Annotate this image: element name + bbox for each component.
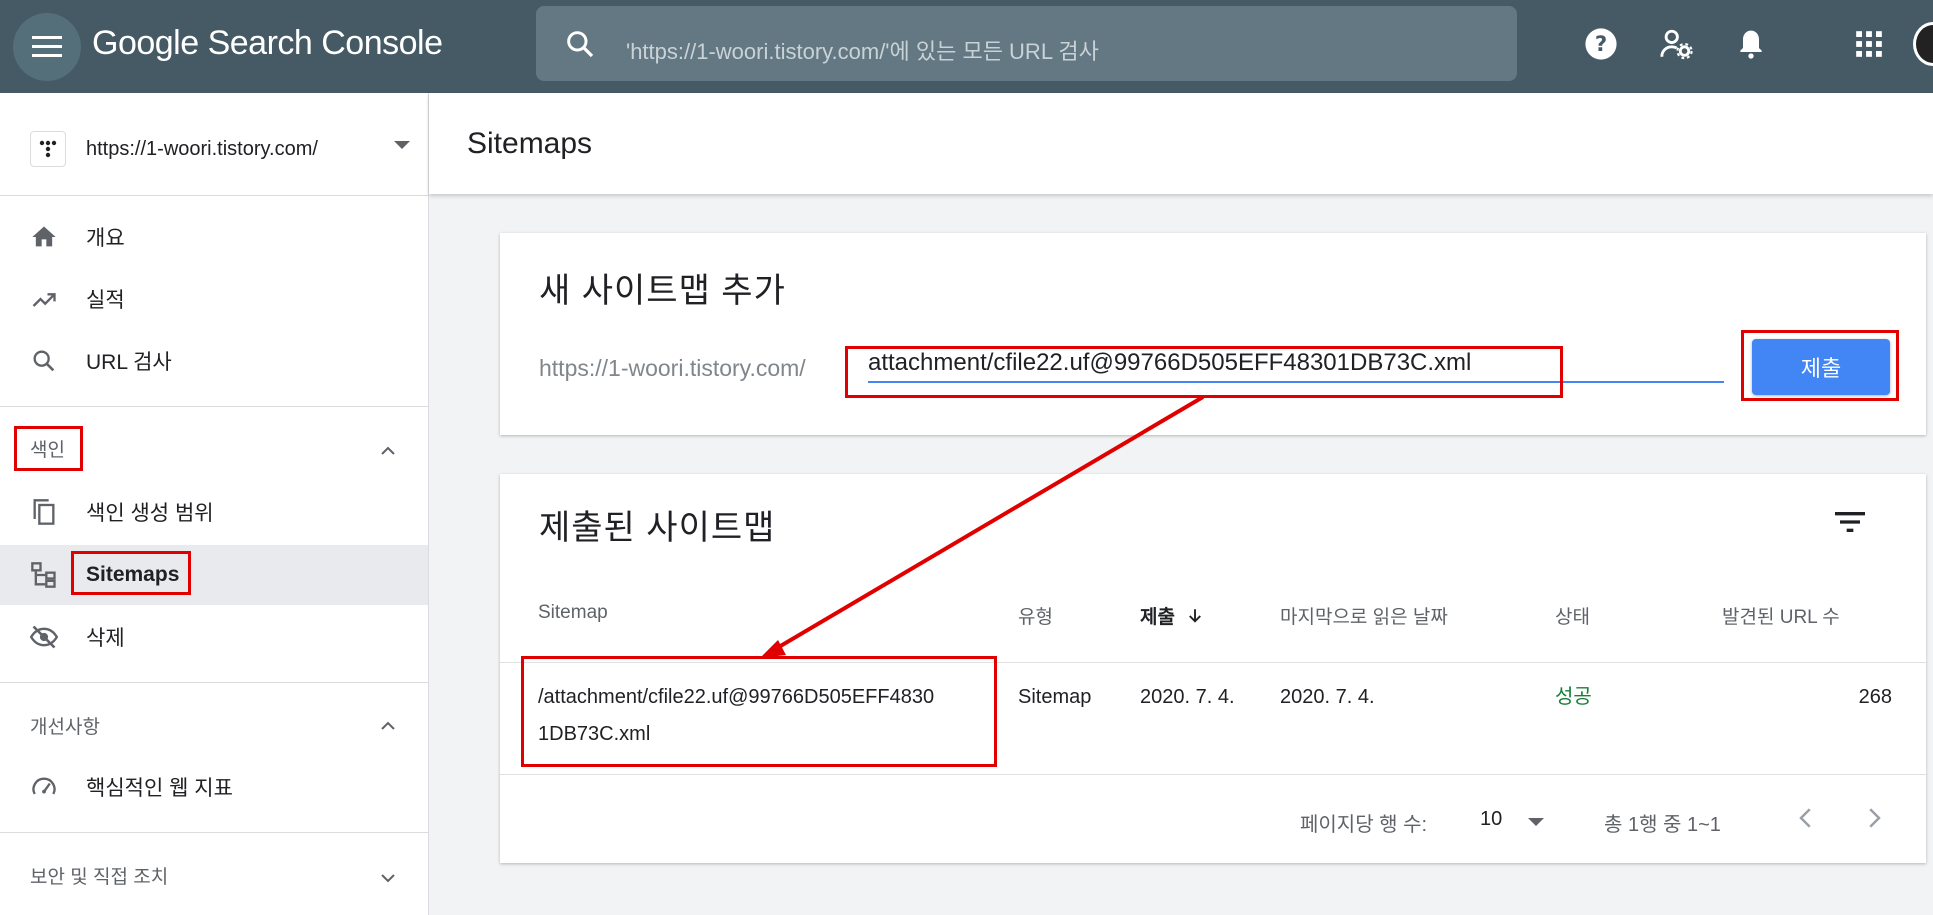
chevron-down-icon[interactable] (378, 868, 398, 888)
chevron-right-icon[interactable] (1859, 803, 1889, 833)
sitemap-url-prefix: https://1-woori.tistory.com/ (539, 355, 806, 381)
tistory-icon (30, 131, 66, 167)
sidebar-item-removals[interactable]: 삭제 (0, 607, 428, 667)
highlight-box (71, 551, 191, 595)
discovered-urls-cell: 268 (1858, 686, 1892, 708)
sidebar-divider (0, 406, 429, 407)
search-icon (33, 350, 55, 372)
hamburger-menu-icon (32, 36, 62, 57)
trending-up-icon (32, 293, 56, 307)
dropdown-arrow-icon (1528, 818, 1544, 826)
sidebar: https://1-woori.tistory.com/ 개요 실적 URL 검… (0, 93, 429, 915)
rows-per-page-label: 페이지당 행 수: (1300, 814, 1428, 836)
user-settings-icon (1660, 29, 1693, 60)
page-header: Sitemaps (429, 93, 1933, 194)
search-icon (567, 31, 594, 58)
sidebar-item-coverage[interactable]: 색인 생성 범위 (0, 482, 428, 542)
search-input[interactable]: 'https://1-woori.tistory.com/'에 있는 모든 UR… (626, 34, 1099, 66)
sidebar-item-label: 핵심적인 웹 지표 (86, 777, 233, 800)
bell-icon (1740, 30, 1762, 59)
chevron-up-icon[interactable] (378, 441, 398, 461)
home-icon (32, 226, 56, 247)
help-icon: ? (1585, 28, 1617, 60)
main-menu-button[interactable] (13, 13, 81, 81)
top-app-bar: Google Search Console 'https://1-woori.t… (0, 0, 1933, 93)
sitemap-icon (31, 562, 56, 588)
settings-users-button[interactable] (1656, 24, 1696, 64)
column-header-submitted[interactable]: 제출 (1140, 602, 1204, 629)
sidebar-item-core-web-vitals[interactable]: 핵심적인 웹 지표 (0, 757, 428, 817)
sidebar-item-url-inspection[interactable]: URL 검사 (0, 331, 428, 391)
rows-per-page-select[interactable]: 10 (1480, 804, 1560, 836)
section-label-security[interactable]: 보안 및 직접 조치 (30, 862, 168, 889)
highlight-box (521, 656, 997, 767)
chevron-left-icon[interactable] (1791, 803, 1821, 833)
card-title: 새 사이트맵 추가 (539, 272, 786, 310)
section-label-enhancements[interactable]: 개선사항 (30, 712, 100, 739)
sidebar-item-performance[interactable]: 실적 (0, 269, 428, 329)
arrow-down-icon (1189, 609, 1202, 623)
highlight-box (14, 426, 83, 471)
help-button[interactable]: ? (1581, 24, 1621, 64)
column-header-sitemap[interactable]: Sitemap (538, 602, 608, 624)
type-cell: Sitemap (1018, 686, 1092, 708)
sidebar-item-label: 색인 생성 범위 (86, 502, 214, 525)
apps-grid-icon (1856, 31, 1882, 57)
copy-icon (33, 499, 55, 525)
status-cell: 성공 (1555, 686, 1592, 708)
speed-icon (32, 777, 56, 795)
app-logo[interactable]: Google Search Console (92, 24, 443, 63)
property-url: https://1-woori.tistory.com/ (86, 137, 318, 160)
account-avatar[interactable] (1913, 22, 1933, 66)
highlight-box (845, 346, 1563, 398)
sidebar-item-overview[interactable]: 개요 (0, 207, 428, 267)
highlight-box (1741, 330, 1899, 401)
visibility-off-icon (30, 625, 58, 649)
column-header-label: 제출 (1140, 607, 1175, 628)
add-sitemap-card: 새 사이트맵 추가 https://1-woori.tistory.com/ a… (500, 233, 1926, 435)
card-title: 제출된 사이트맵 (539, 509, 776, 547)
svg-text:?: ? (1595, 32, 1607, 57)
last-read-date-cell: 2020. 7. 4. (1280, 686, 1375, 708)
sidebar-item-sitemaps[interactable]: Sitemaps (0, 545, 428, 605)
notifications-button[interactable] (1731, 24, 1771, 64)
column-header-type[interactable]: 유형 (1018, 602, 1053, 629)
column-header-last-read[interactable]: 마지막으로 읽은 날짜 (1280, 602, 1448, 629)
page-title: Sitemaps (467, 127, 593, 160)
column-header-discovered-urls[interactable]: 발견된 URL 수 (1722, 602, 1840, 629)
sidebar-divider (0, 682, 429, 683)
sidebar-divider (0, 195, 429, 196)
apps-button[interactable] (1849, 24, 1889, 64)
sidebar-item-label: 실적 (86, 289, 125, 312)
chevron-up-icon[interactable] (378, 716, 398, 736)
pagination-range: 총 1행 중 1~1 (1604, 814, 1721, 836)
table-divider (500, 774, 1928, 775)
sidebar-divider (0, 832, 429, 833)
column-header-status[interactable]: 상태 (1555, 602, 1590, 629)
sidebar-item-label: URL 검사 (86, 351, 172, 374)
dropdown-arrow-icon (394, 141, 410, 149)
url-inspection-search-bar[interactable]: 'https://1-woori.tistory.com/'에 있는 모든 UR… (536, 6, 1517, 81)
filter-icon[interactable] (1830, 502, 1870, 542)
property-selector[interactable]: https://1-woori.tistory.com/ (30, 125, 410, 173)
submitted-date-cell: 2020. 7. 4. (1140, 686, 1235, 708)
rows-per-page-value: 10 (1480, 808, 1503, 830)
sidebar-item-label: 삭제 (86, 627, 125, 650)
sidebar-item-label: 개요 (86, 227, 125, 250)
